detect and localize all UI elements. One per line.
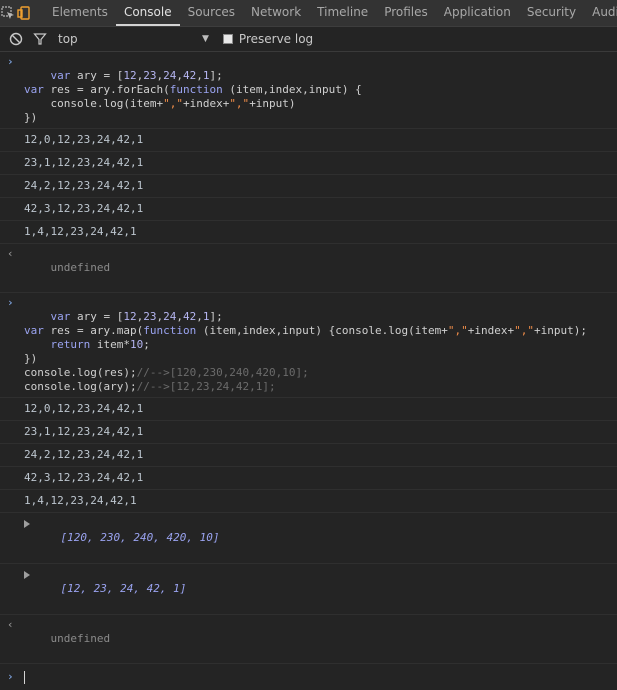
log-line: 42,3,12,23,24,42,1 (0, 198, 617, 221)
log-line: 24,2,12,23,24,42,1 (0, 175, 617, 198)
log-line: 24,2,12,23,24,42,1 (0, 444, 617, 467)
tab-timeline[interactable]: Timeline (309, 0, 376, 26)
log-line: 1,4,12,23,24,42,1 (0, 221, 617, 244)
result-arrow-icon: ‹ (7, 247, 14, 260)
result-entry: ‹ undefined (0, 615, 617, 664)
prompt-chevron-icon: › (7, 55, 14, 68)
prompt-chevron-icon: › (7, 296, 14, 309)
chevron-down-icon[interactable]: ▼ (202, 34, 209, 44)
console-output: › var ary = [12,23,24,42,1]; var res = ar… (0, 52, 617, 690)
array-output[interactable]: [12, 23, 24, 42, 1] (0, 564, 617, 615)
devtools-tabbar: Elements Console Sources Network Timelin… (0, 0, 617, 27)
tab-audits[interactable]: Audits (584, 0, 617, 26)
console-prompt-input[interactable]: › (0, 664, 617, 690)
filter-icon[interactable] (28, 27, 52, 52)
tab-network[interactable]: Network (243, 0, 309, 26)
console-toolbar: top ▼ Preserve log (0, 27, 617, 52)
array-output[interactable]: [120, 230, 240, 420, 10] (0, 513, 617, 564)
log-line: 12,0,12,23,24,42,1 (0, 129, 617, 152)
log-line: 12,0,12,23,24,42,1 (0, 398, 617, 421)
device-mode-icon[interactable] (16, 0, 32, 26)
preserve-log-checkbox[interactable] (222, 34, 233, 44)
expand-triangle-icon[interactable] (24, 520, 30, 528)
log-line: 23,1,12,23,24,42,1 (0, 421, 617, 444)
result-arrow-icon: ‹ (7, 618, 14, 631)
log-line: 1,4,12,23,24,42,1 (0, 490, 617, 513)
console-input-entry: › var ary = [12,23,24,42,1]; var res = ar… (0, 52, 617, 129)
log-line: 23,1,12,23,24,42,1 (0, 152, 617, 175)
preserve-log-label: Preserve log (238, 32, 314, 46)
inspect-element-icon[interactable] (0, 0, 16, 26)
console-input-entry: › var ary = [12,23,24,42,1]; var res = ar… (0, 293, 617, 398)
prompt-chevron-icon: › (7, 670, 14, 683)
log-line: 42,3,12,23,24,42,1 (0, 467, 617, 490)
clear-console-icon[interactable] (4, 27, 28, 52)
tab-security[interactable]: Security (519, 0, 584, 26)
tab-profiles[interactable]: Profiles (376, 0, 436, 26)
expand-triangle-icon[interactable] (24, 571, 30, 579)
context-selector[interactable]: top (58, 32, 202, 46)
tab-console[interactable]: Console (115, 0, 180, 26)
text-caret (24, 670, 25, 684)
result-entry: ‹ undefined (0, 244, 617, 293)
tab-sources[interactable]: Sources (180, 0, 243, 26)
tab-application[interactable]: Application (436, 0, 519, 26)
tab-elements[interactable]: Elements (44, 0, 116, 26)
